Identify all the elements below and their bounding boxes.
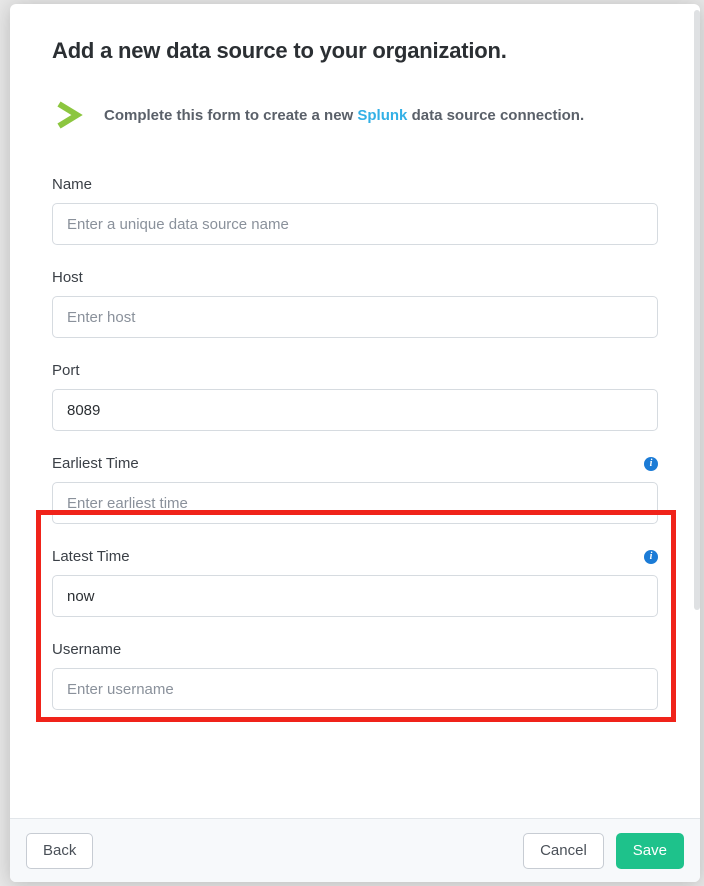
modal-body: Add a new data source to your organizati… [10, 4, 700, 818]
username-label: Username [52, 641, 121, 658]
chevron-right-icon [52, 100, 84, 130]
latest-time-label: Latest Time [52, 548, 130, 565]
splunk-link[interactable]: Splunk [357, 107, 407, 124]
field-name: Name [52, 176, 658, 245]
name-label: Name [52, 176, 92, 193]
info-row: Complete this form to create a new Splun… [52, 100, 658, 130]
footer-right: Cancel Save [523, 833, 684, 869]
back-button[interactable]: Back [26, 833, 93, 869]
field-port: Port [52, 362, 658, 431]
modal-footer: Back Cancel Save [10, 818, 700, 882]
latest-time-input[interactable] [52, 575, 658, 617]
modal-title: Add a new data source to your organizati… [52, 38, 658, 64]
cancel-button[interactable]: Cancel [523, 833, 604, 869]
info-icon[interactable]: i [644, 550, 658, 564]
name-input[interactable] [52, 203, 658, 245]
field-username: Username [52, 641, 658, 710]
host-input[interactable] [52, 296, 658, 338]
host-label: Host [52, 269, 83, 286]
port-label: Port [52, 362, 80, 379]
port-input[interactable] [52, 389, 658, 431]
info-text-prefix: Complete this form to create a new [104, 107, 357, 124]
earliest-time-label: Earliest Time [52, 455, 139, 472]
username-input[interactable] [52, 668, 658, 710]
earliest-time-input[interactable] [52, 482, 658, 524]
info-text: Complete this form to create a new Splun… [104, 107, 584, 124]
info-icon[interactable]: i [644, 457, 658, 471]
save-button[interactable]: Save [616, 833, 684, 869]
add-data-source-modal: Add a new data source to your organizati… [10, 4, 700, 882]
field-latest-time: Latest Time i [52, 548, 658, 617]
field-host: Host [52, 269, 658, 338]
info-text-suffix: data source connection. [407, 107, 584, 124]
field-earliest-time: Earliest Time i [52, 455, 658, 524]
